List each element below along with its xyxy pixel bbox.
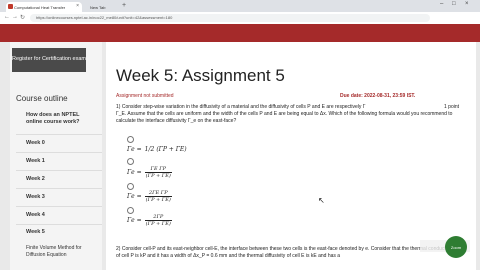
formula-expr: (ΓP + ΓE) xyxy=(156,146,187,153)
course-outline-title: Course outline xyxy=(16,94,68,103)
minimize-icon[interactable]: – xyxy=(440,1,443,7)
browser-tab[interactable]: Computational Heat Transfer × xyxy=(6,2,82,12)
fraction-denominator: (ΓP + ΓE) xyxy=(145,173,171,179)
option-radio-1[interactable] xyxy=(127,136,134,143)
favicon-icon xyxy=(8,4,13,9)
formula-lhs: Γe = xyxy=(127,217,142,224)
sidebar xyxy=(10,42,102,270)
formula-fraction: 2ΓP (ΓP + ΓE) xyxy=(144,214,172,227)
formula-lhs: Γe = xyxy=(127,169,142,176)
option-radio-3[interactable] xyxy=(127,183,134,190)
close-window-icon[interactable]: × xyxy=(465,1,469,7)
option-formula-4: Γe = 2ΓP (ΓP + ΓE) xyxy=(127,214,172,227)
site-header xyxy=(0,24,480,42)
divider xyxy=(16,224,102,225)
back-icon[interactable]: ← xyxy=(4,14,10,20)
formula-coef: 1/2 xyxy=(144,146,155,153)
option-formula-1: Γe = 1/2 (ΓP + ΓE) xyxy=(127,146,187,153)
question-1-text-cont: Γ_E. Assume that the cells are uniform a… xyxy=(116,111,453,125)
page-title: Week 5: Assignment 5 xyxy=(116,66,285,85)
browser-tab[interactable]: New Tab xyxy=(82,2,118,12)
divider xyxy=(16,206,102,207)
sidebar-subitem-fvm[interactable]: Finite Volume Method for Diffusion Equat… xyxy=(26,245,88,258)
register-button[interactable]: Register for Certification exam xyxy=(12,48,86,72)
submission-status: Assignment not submitted xyxy=(116,93,174,99)
sidebar-item-week-3[interactable]: Week 3 xyxy=(26,194,45,201)
option-radio-2[interactable] xyxy=(127,158,134,165)
option-formula-2: Γe = ΓE ΓP (ΓP + ΓE) xyxy=(127,166,172,179)
mouse-cursor-icon: ↖ xyxy=(318,196,325,205)
maximize-icon[interactable]: □ xyxy=(452,1,456,7)
close-tab-icon[interactable]: × xyxy=(76,3,79,9)
due-date: Due date: 2022-08-31, 23:59 IST. xyxy=(340,93,416,99)
divider xyxy=(16,188,102,189)
sidebar-item-how-it-works[interactable]: How does an NPTEL online course work? xyxy=(26,112,90,126)
formula-lhs: Γe = xyxy=(127,146,142,153)
question-2-text: 2) Consider cell-P and its east-neighbor… xyxy=(116,246,455,260)
sidebar-item-week-0[interactable]: Week 0 xyxy=(26,140,45,147)
divider xyxy=(16,134,102,135)
sidebar-item-week-5[interactable]: Week 5 xyxy=(26,229,45,236)
forward-icon[interactable]: → xyxy=(12,14,18,20)
formula-lhs: Γe = xyxy=(127,193,142,200)
divider xyxy=(16,152,102,153)
formula-fraction: 2ΓE ΓP (ΓP + ΓE) xyxy=(144,190,172,203)
zoom-fab-button[interactable]: Zoom xyxy=(445,236,467,258)
fraction-denominator: (ΓP + ΓE) xyxy=(145,197,171,203)
tab-title: Computational Heat Transfer xyxy=(14,4,66,10)
fraction-denominator: (ΓP + ΓE) xyxy=(145,221,171,227)
new-tab-button[interactable]: + xyxy=(122,2,126,9)
tab-title: New Tab xyxy=(90,4,106,10)
divider xyxy=(16,170,102,171)
sidebar-item-week-2[interactable]: Week 2 xyxy=(26,176,45,183)
option-formula-3: Γe = 2ΓE ΓP (ΓP + ΓE) xyxy=(127,190,172,203)
formula-fraction: ΓE ΓP (ΓP + ΓE) xyxy=(144,166,172,179)
sidebar-item-week-1[interactable]: Week 1 xyxy=(26,158,45,165)
browser-tab-bar: Computational Heat Transfer × New Tab + … xyxy=(0,0,480,12)
option-radio-4[interactable] xyxy=(127,207,134,214)
sidebar-item-week-4[interactable]: Week 4 xyxy=(26,212,45,219)
url-field[interactable]: https://onlinecourses.nptel.ac.in/noc22_… xyxy=(30,14,430,22)
reload-icon[interactable]: ↻ xyxy=(20,14,25,21)
question-1-line: 1) Consider step-wise variation in the d… xyxy=(116,104,366,110)
